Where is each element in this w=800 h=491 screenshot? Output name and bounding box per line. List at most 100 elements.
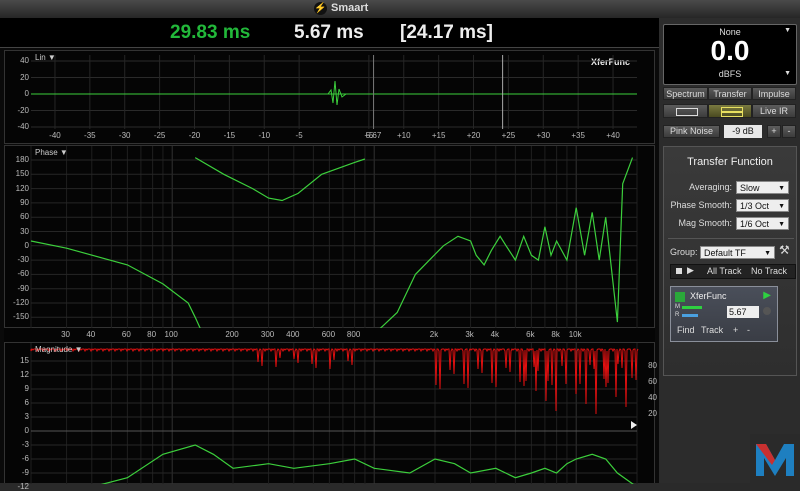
delay-lock-indicator[interactable] [763,307,771,315]
impulse-x-tick: +15 [431,131,446,140]
delay-increment-button[interactable]: + [733,325,738,335]
measurement-delay-field[interactable]: 5.67 [727,306,759,318]
meter-value: 0.0 [710,35,750,66]
dual-plot-view-button[interactable] [708,104,752,118]
frequency-tick: 300 [260,330,275,339]
impulse-x-tick: +5 [364,131,374,140]
chevron-down-icon: ▼ [778,221,785,228]
frequency-axis: 30 40 60 80 100 200 300 400 600 800 2k 3k 4k 6k 8k 10k [4,328,655,342]
tab-impulse[interactable]: Impulse [752,87,796,100]
tab-transfer[interactable]: Transfer [708,87,752,100]
live-ir-button[interactable]: Live IR [752,104,796,118]
generator-level-down-button[interactable]: - [782,125,796,138]
tools-icon[interactable]: ⚒ [779,243,790,257]
all-track-button[interactable]: All Track [707,266,742,276]
delay-decrement-button[interactable]: - [747,325,750,335]
group-value: Default TF [704,248,746,258]
averaging-value: Slow [740,183,760,193]
phase-y-tick: 0 [24,240,29,250]
frequency-tick: 600 [321,330,336,339]
impulse-y-tick: -20 [17,105,29,115]
tab-spectrum[interactable]: Spectrum [663,87,708,100]
magnitude-trace-svg [30,343,639,484]
measurement-color-swatch[interactable] [675,292,685,302]
coherence-trace [30,348,639,415]
run-measurement-icon[interactable]: ▶ [763,290,771,301]
frequency-tick: 3k [465,330,474,339]
phase-trace-svg [30,146,638,329]
single-plot-icon [676,108,698,116]
impulse-x-tick: -10 [258,131,271,140]
delay-primary-readout[interactable]: 29.83 ms [170,22,250,44]
impulse-peak [327,80,347,106]
phase-y-tick: 30 [20,226,29,236]
measurement-card[interactable]: XferFunc ▶ M R 5.67 Find Track + - [670,286,778,342]
coherence-scale-arrow [631,421,637,429]
phase-plot[interactable]: Phase ▼ 180 150 120 90 60 30 0 -30 -60 -90 -120 -15… [4,145,655,329]
magnitude-y-tick: 3 [24,412,29,421]
phase-y-tick: -30 [17,255,29,265]
transfer-function-panel: Transfer Function Averaging: Slow ▼ Phase… [663,146,797,376]
impulse-x-tick: -15 [223,131,236,140]
measurement-name: XferFunc [690,291,727,301]
meter-unit-dropdown-icon[interactable]: ▼ [784,70,791,77]
input-level-meter[interactable]: None ▼ 0.0 dBFS ▼ [663,24,797,85]
impulse-y-tick: 40 [20,56,29,65]
impulse-y-tick: 0 [24,89,29,98]
magnitude-plot[interactable]: Magnitude ▼ 80 60 40 20 15 12 9 6 3 0 -3 -6 -9 -12 [4,342,657,491]
single-plot-view-button[interactable] [663,104,708,118]
control-sidebar: None ▼ 0.0 dBFS ▼ Spectrum Transfer Impu… [659,18,800,483]
frequency-tick: 80 [147,330,157,339]
track-delay-button[interactable]: Track [701,325,723,335]
impulse-y-tick: 20 [20,72,29,82]
pink-noise-button[interactable]: Pink Noise [663,125,720,138]
mag-smooth-select[interactable]: 1/6 Oct ▼ [736,217,789,230]
phase-smooth-select[interactable]: 1/3 Oct ▼ [736,199,789,212]
mag-smooth-value: 1/6 Oct [740,219,770,229]
stop-icon[interactable] [676,268,682,274]
frequency-tick: 30 [61,330,71,339]
phase-y-tick: 60 [20,212,29,222]
play-icon[interactable]: ▶ [687,265,694,276]
chevron-down-icon: ▼ [778,185,785,192]
magnitude-y-tick: -9 [21,468,29,477]
phase-trace-segment [194,157,366,202]
delay-tertiary-readout[interactable]: [24.17 ms] [400,22,493,44]
delay-readout-bar: 29.83 ms 5.67 ms [24.17 ms] [0,18,659,48]
m-label: M [675,304,680,310]
averaging-label: Averaging: [689,182,732,192]
phase-y-tick: 180 [15,155,29,164]
frequency-tick: 800 [346,330,361,339]
delay-secondary-readout[interactable]: 5.67 ms [294,22,364,44]
magnitude-y-tick: -6 [21,454,29,463]
impulse-x-tick: +10 [396,131,411,140]
title-bar: ⚡ Smaart [0,0,800,19]
impulse-response-plot[interactable]: Lin ▼ XferFunc 40 20 0 -20 -40 -40 -35 -30 -25 -2… [4,50,655,144]
phase-y-tick: -60 [17,269,29,279]
meter-unit: dBFS [718,69,742,79]
mag-smooth-label: Mag Smooth: [678,218,732,228]
frequency-tick: 2k [429,330,439,339]
group-select[interactable]: Default TF ▼ [700,246,775,259]
measurement-level-meter-m [682,306,702,309]
generator-level-up-button[interactable]: + [767,125,781,138]
magnitude-plot-menu[interactable]: Magnitude ▼ [35,345,83,354]
find-delay-button[interactable]: Find [677,325,695,335]
magnitude-y-tick: 12 [20,370,29,379]
group-controls-bar: ▶ All Track No Track [670,264,796,279]
generator-level-field[interactable]: -9 dB [724,125,762,138]
impulse-x-tick: +40 [606,131,620,140]
phase-y-tick: -150 [12,312,29,322]
dual-plot-bottom-icon [721,112,743,117]
frequency-tick: 100 [164,330,178,339]
averaging-select[interactable]: Slow ▼ [736,181,789,194]
impulse-x-tick: -30 [118,131,131,140]
meter-source-dropdown-icon[interactable]: ▼ [784,27,791,34]
frequency-tick: 8k [551,330,560,339]
frequency-tick: 6k [526,330,535,339]
magnitude-y-tick: 6 [24,398,29,407]
magnitude-trace [100,444,634,484]
impulse-x-tick: +35 [571,131,585,140]
no-track-button[interactable]: No Track [751,266,787,276]
phase-y-tick: -120 [12,298,29,307]
